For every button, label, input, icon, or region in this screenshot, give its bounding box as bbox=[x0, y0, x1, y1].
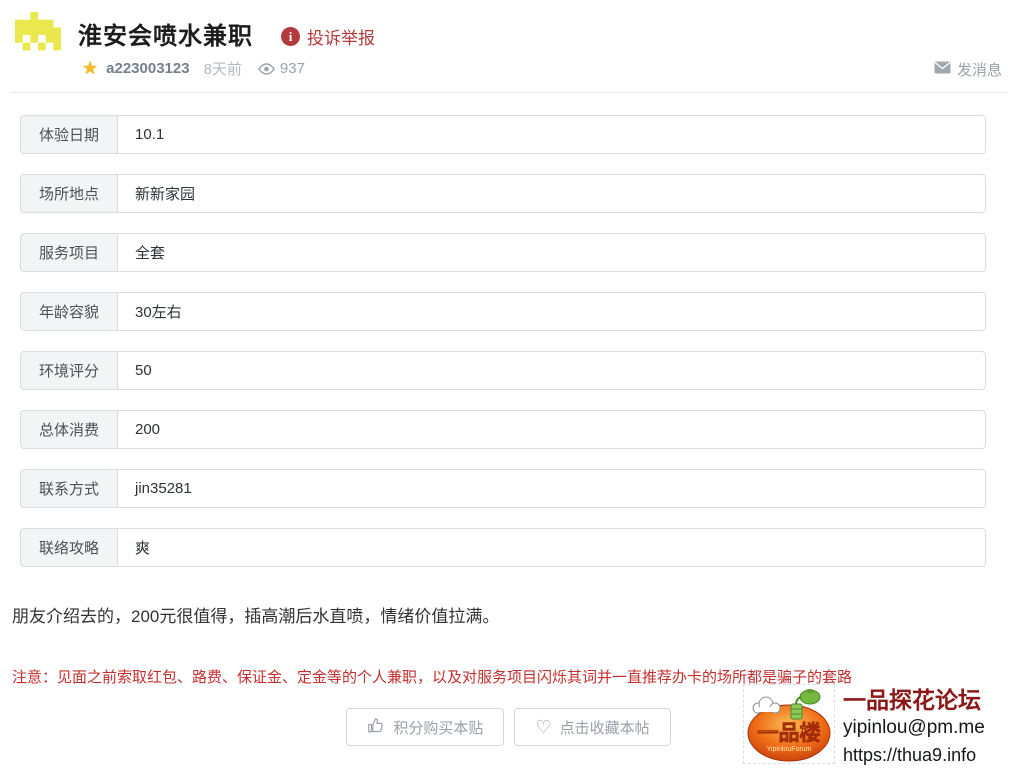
send-message-label: 发消息 bbox=[957, 59, 1002, 80]
field-label: 场所地点 bbox=[20, 174, 118, 213]
views-eye-icon bbox=[258, 63, 275, 75]
field-label: 总体消费 bbox=[20, 410, 118, 449]
envelope-icon bbox=[934, 61, 951, 78]
field-value[interactable]: 30左右 bbox=[118, 292, 986, 331]
favorite-post-label: 点击收藏本帖 bbox=[560, 717, 650, 738]
field-row-contact: 联系方式 jin35281 bbox=[20, 469, 986, 508]
info-icon: i bbox=[281, 27, 300, 46]
thumbs-up-icon bbox=[367, 716, 385, 738]
field-label: 联系方式 bbox=[20, 469, 118, 508]
field-value[interactable]: jin35281 bbox=[118, 469, 986, 508]
field-value[interactable]: 10.1 bbox=[118, 115, 986, 154]
favorite-post-button[interactable]: ♡ 点击收藏本帖 bbox=[514, 708, 670, 746]
field-label: 环境评分 bbox=[20, 351, 118, 390]
view-count: 937 bbox=[280, 60, 305, 77]
logo-text: 一品楼 bbox=[758, 722, 821, 745]
field-row-service: 服务项目 全套 bbox=[20, 233, 986, 272]
field-value[interactable]: 50 bbox=[118, 351, 986, 390]
buy-post-label: 积分购买本贴 bbox=[393, 717, 483, 738]
field-value[interactable]: 新新家园 bbox=[118, 174, 986, 213]
heart-icon: ♡ bbox=[535, 718, 551, 736]
site-name: 一品探花论坛 bbox=[843, 686, 985, 714]
field-row-experience-date: 体验日期 10.1 bbox=[20, 115, 986, 154]
author-link[interactable]: a223003123 bbox=[106, 60, 189, 77]
post-time: 8天前 bbox=[204, 58, 242, 79]
site-info: 一品探花论坛 yipinlou@pm.me https://thua9.info bbox=[843, 686, 985, 769]
field-label: 体验日期 bbox=[20, 115, 118, 154]
site-logo: 一品楼 YipinlouForum bbox=[743, 684, 835, 764]
field-row-contact-guide: 联络攻略 爽 bbox=[20, 528, 986, 567]
field-row-age-looks: 年龄容貌 30左右 bbox=[20, 292, 986, 331]
field-row-total-cost: 总体消费 200 bbox=[20, 410, 986, 449]
field-row-location: 场所地点 新新家园 bbox=[20, 174, 986, 213]
report-label: 投诉举报 bbox=[307, 24, 375, 49]
star-icon: ★ bbox=[82, 58, 98, 79]
site-email: yipinlou@pm.me bbox=[843, 714, 985, 742]
field-row-env-score: 环境评分 50 bbox=[20, 351, 986, 390]
buy-post-button[interactable]: 积分购买本贴 bbox=[346, 708, 504, 746]
report-link[interactable]: i 投诉举报 bbox=[281, 24, 375, 49]
post-title: 淮安会喷水兼职 bbox=[78, 16, 253, 51]
field-value[interactable]: 爽 bbox=[118, 528, 986, 567]
header-divider bbox=[10, 92, 1007, 93]
field-value[interactable]: 全套 bbox=[118, 233, 986, 272]
logo-subtext: YipinlouForum bbox=[767, 746, 812, 753]
field-label: 联络攻略 bbox=[20, 528, 118, 567]
post-meta: ★ a223003123 8天前 937 bbox=[82, 58, 305, 79]
forum-pixel-icon bbox=[15, 12, 61, 63]
review-text: 朋友介绍去的，200元很值得，插高潮后水直喷，情绪价值拉满。 bbox=[12, 604, 499, 630]
send-message-button[interactable]: 发消息 bbox=[934, 59, 1002, 80]
field-label: 服务项目 bbox=[20, 233, 118, 272]
field-label: 年龄容貌 bbox=[20, 292, 118, 331]
site-url: https://thua9.info bbox=[843, 742, 985, 769]
field-value[interactable]: 200 bbox=[118, 410, 986, 449]
